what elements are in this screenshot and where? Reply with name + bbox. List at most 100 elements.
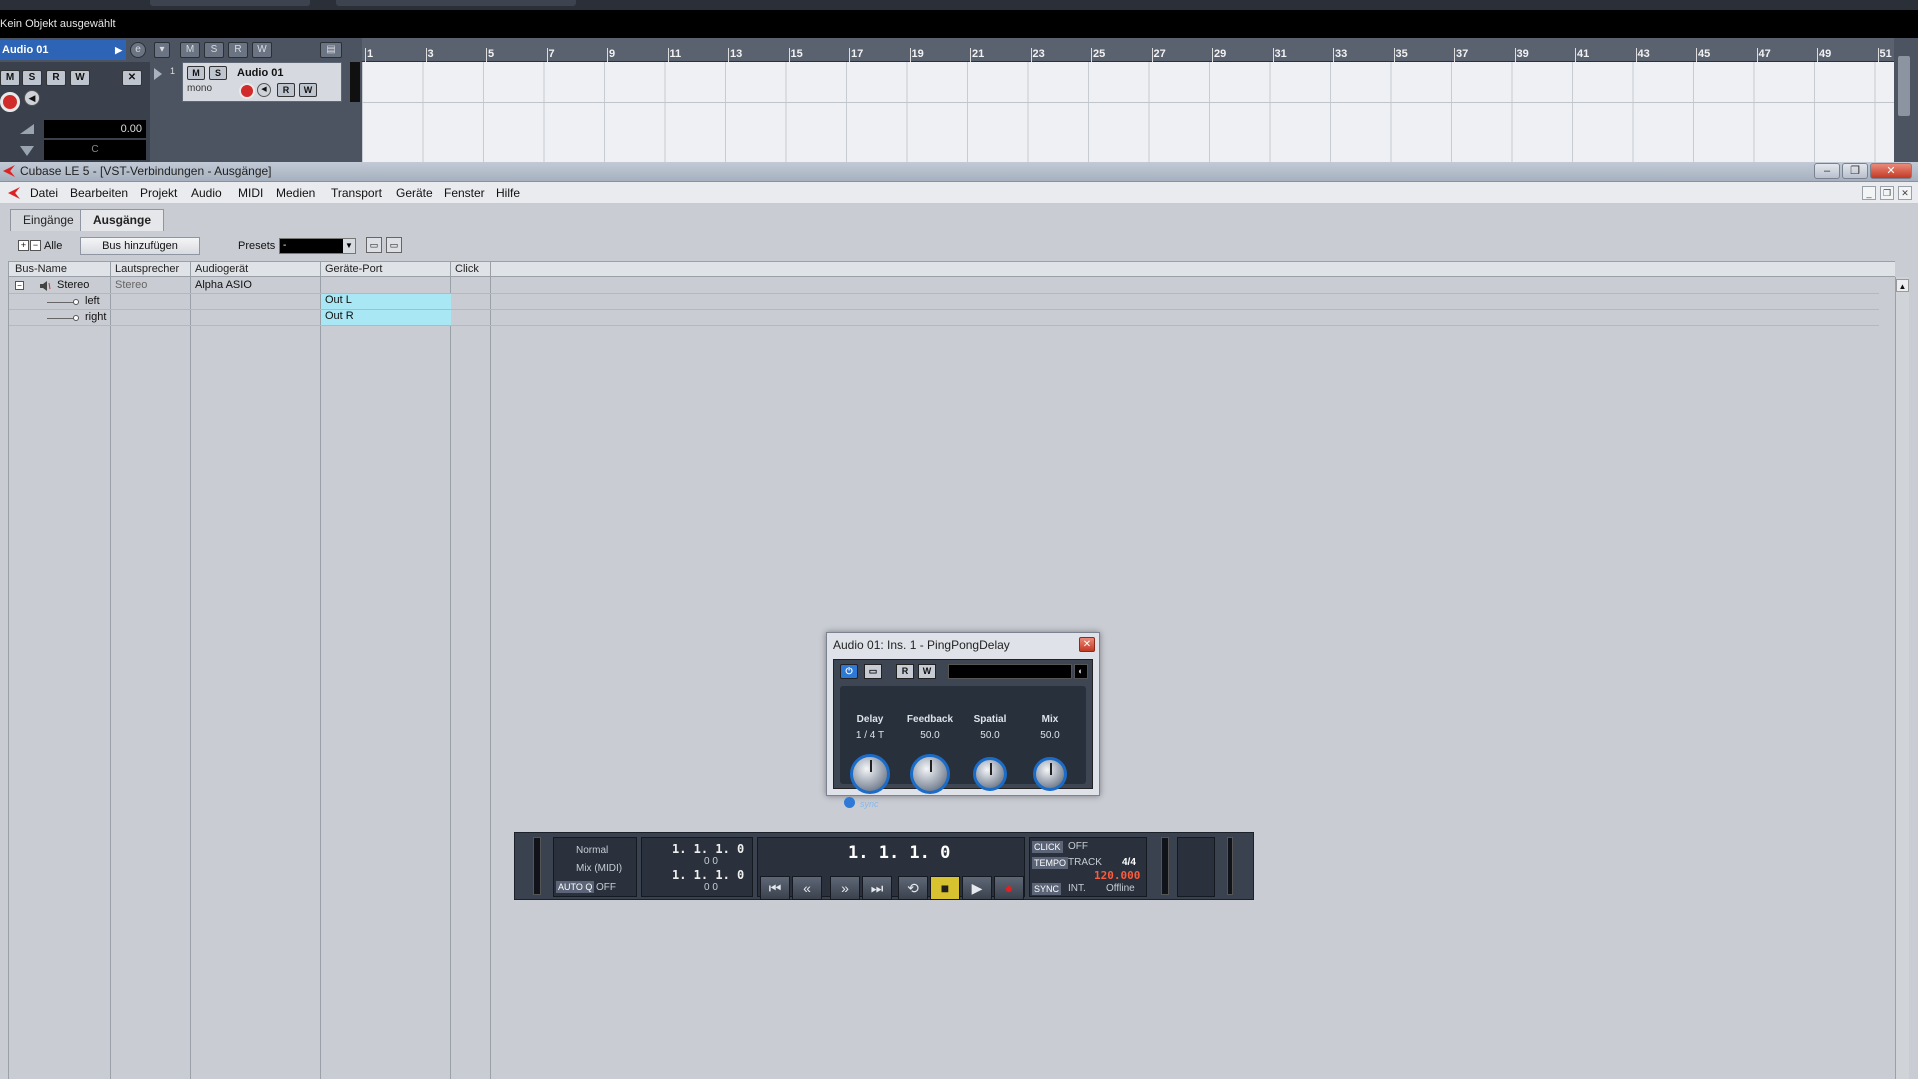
- track-monitor-button[interactable]: ◀: [257, 83, 271, 97]
- track-write-button[interactable]: W: [299, 83, 317, 97]
- time-signature[interactable]: 4/4: [1122, 857, 1136, 868]
- track-expand-icon[interactable]: [154, 68, 162, 80]
- add-bus-button[interactable]: Bus hinzufügen: [80, 237, 200, 255]
- column-header-click[interactable]: Click: [455, 263, 479, 275]
- expand-all-icon[interactable]: +: [18, 240, 29, 251]
- mdi-close-button[interactable]: ✕: [1898, 186, 1912, 200]
- menu-midi[interactable]: MIDI: [238, 186, 263, 200]
- rewind-button[interactable]: «: [792, 876, 822, 900]
- menu-fenster[interactable]: Fenster: [444, 186, 485, 200]
- pan-field[interactable]: C: [44, 140, 146, 160]
- menu-projekt[interactable]: Projekt: [140, 186, 177, 200]
- mute-all-icon[interactable]: M: [180, 42, 200, 58]
- record-enable-button[interactable]: [0, 92, 20, 112]
- sync-toggle-icon[interactable]: [844, 797, 855, 808]
- solo-button[interactable]: S: [22, 70, 42, 86]
- edit-channel-icon[interactable]: e: [130, 42, 146, 58]
- right-locator[interactable]: 1. 1. 1. 0: [672, 868, 744, 882]
- collapse-all-icon[interactable]: −: [30, 240, 41, 251]
- mix-mode[interactable]: Mix (MIDI): [576, 863, 622, 874]
- arrange-area[interactable]: [362, 62, 1894, 162]
- record-button[interactable]: ●: [994, 876, 1024, 900]
- tab-eingaenge[interactable]: Eingänge: [10, 209, 87, 231]
- mdi-minimize-button[interactable]: _: [1862, 186, 1876, 200]
- audio-device[interactable]: Alpha ASIO: [195, 279, 252, 291]
- track-row-audio-01[interactable]: M S Audio 01 mono ◀ R W: [182, 62, 342, 102]
- feedback-knob[interactable]: [910, 754, 950, 794]
- track-mute-button[interactable]: M: [187, 66, 205, 80]
- param-value-delay[interactable]: 1 / 4 T: [840, 730, 900, 741]
- track-solo-button[interactable]: S: [209, 66, 227, 80]
- table-row-stereo[interactable]: − Stereo Stereo Alpha ASIO: [9, 278, 1879, 294]
- power-icon[interactable]: ⏻: [840, 664, 858, 679]
- monitor-button[interactable]: ◀: [24, 90, 40, 106]
- save-preset-icon[interactable]: ▭: [366, 237, 382, 253]
- table-row-right[interactable]: right Out R: [9, 310, 1879, 326]
- sync-tag[interactable]: SYNC: [1032, 883, 1062, 895]
- plugin-preset-field[interactable]: [948, 664, 1072, 679]
- bypass-button[interactable]: ✕: [122, 70, 142, 86]
- read-all-icon[interactable]: R: [228, 42, 248, 58]
- read-button[interactable]: R: [46, 70, 66, 86]
- cubase-menu-icon[interactable]: [8, 187, 20, 199]
- param-value-feedback[interactable]: 50.0: [900, 730, 960, 741]
- timeline-ruler[interactable]: 1 3 5 7 9 11 13 15 17 19 21 23 25 27 29 31 33 35 37 39 41 43 4…: [362, 38, 1894, 62]
- close-button[interactable]: ✕: [1870, 163, 1912, 179]
- project-vertical-scrollbar[interactable]: [1894, 38, 1918, 162]
- column-header-audio-device[interactable]: Audiogerät: [195, 263, 248, 275]
- menu-hilfe[interactable]: Hilfe: [496, 186, 520, 200]
- track-record-button[interactable]: [239, 83, 255, 99]
- collapse-tree-icon[interactable]: −: [15, 281, 24, 290]
- auto-quantize-tag[interactable]: AUTO Q: [556, 881, 595, 893]
- menu-medien[interactable]: Medien: [276, 186, 315, 200]
- tempo-value[interactable]: 120.000: [1094, 869, 1140, 882]
- output-level-slider[interactable]: [1227, 837, 1233, 895]
- primary-position[interactable]: 1. 1. 1. 0: [848, 843, 950, 863]
- param-value-mix[interactable]: 50.0: [1020, 730, 1080, 741]
- spatial-knob[interactable]: [973, 757, 1007, 791]
- expand-arrow-icon[interactable]: ▶: [115, 40, 122, 60]
- preset-menu-icon[interactable]: ◐: [1074, 664, 1088, 679]
- menu-transport[interactable]: Transport: [331, 186, 382, 200]
- play-button[interactable]: ▶: [962, 876, 992, 900]
- left-locator[interactable]: 1. 1. 1. 0: [672, 842, 744, 856]
- device-port-cell[interactable]: Out L: [321, 294, 451, 309]
- device-port-cell[interactable]: Out R: [321, 310, 451, 325]
- plugin-close-button[interactable]: ✕: [1079, 637, 1095, 652]
- solo-all-icon[interactable]: S: [204, 42, 224, 58]
- maximize-button[interactable]: ❐: [1842, 163, 1868, 179]
- write-button[interactable]: W: [70, 70, 90, 86]
- menu-bearbeiten[interactable]: Bearbeiten: [70, 186, 128, 200]
- stop-button[interactable]: ■: [930, 876, 960, 900]
- delay-knob[interactable]: [850, 754, 890, 794]
- column-header-bus-name[interactable]: Bus-Name: [15, 263, 67, 275]
- tab-ausgaenge[interactable]: Ausgänge: [80, 209, 165, 231]
- record-mode[interactable]: Normal: [576, 845, 608, 856]
- menu-geraete[interactable]: Geräte: [396, 186, 433, 200]
- mute-button[interactable]: M: [0, 70, 20, 86]
- scroll-up-icon[interactable]: ▲: [1896, 279, 1909, 292]
- chevron-down-icon[interactable]: ▾: [154, 42, 170, 58]
- menu-audio[interactable]: Audio: [191, 186, 222, 200]
- cycle-button[interactable]: ⟲: [898, 876, 928, 900]
- track-options-icon[interactable]: ▤: [320, 42, 342, 58]
- plugin-read-button[interactable]: R: [896, 664, 914, 679]
- table-scrollbar[interactable]: ▲: [1895, 277, 1909, 1079]
- param-value-spatial[interactable]: 50.0: [960, 730, 1020, 741]
- forward-button[interactable]: »: [830, 876, 860, 900]
- bus-name[interactable]: Stereo: [57, 279, 89, 291]
- scrollbar-thumb[interactable]: [1898, 56, 1910, 116]
- inspector-track-name[interactable]: Audio 01 ▶: [0, 40, 126, 60]
- go-to-start-button[interactable]: ⏮: [760, 876, 790, 900]
- bypass-icon[interactable]: ▭: [864, 664, 882, 679]
- column-header-speaker[interactable]: Lautsprecher: [115, 263, 179, 275]
- volume-field[interactable]: 0.00: [44, 120, 146, 138]
- track-read-button[interactable]: R: [277, 83, 295, 97]
- track-name[interactable]: Audio 01: [237, 67, 283, 79]
- tempo-tag[interactable]: TEMPO: [1032, 857, 1069, 869]
- menu-datei[interactable]: Datei: [30, 186, 58, 200]
- delete-preset-icon[interactable]: ▭: [386, 237, 402, 253]
- click-tag[interactable]: CLICK: [1032, 841, 1063, 853]
- minimize-button[interactable]: –: [1814, 163, 1840, 179]
- mix-knob[interactable]: [1033, 757, 1067, 791]
